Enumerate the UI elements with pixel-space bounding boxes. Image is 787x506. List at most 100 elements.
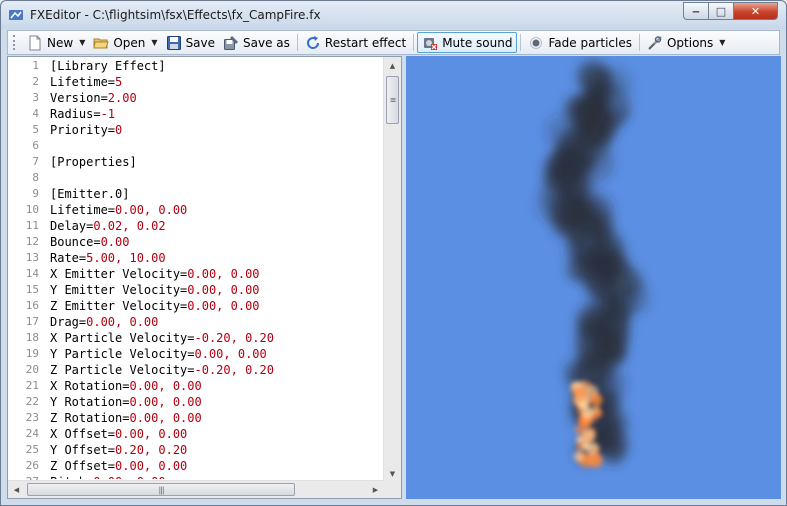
toolbar-grip[interactable]	[13, 35, 18, 50]
new-dropdown-arrow-icon[interactable]: ▼	[79, 38, 85, 47]
code-key: Pitch=	[50, 475, 93, 479]
save-button[interactable]: Save	[162, 32, 219, 53]
code-key: [Library Effect]	[50, 59, 166, 73]
scroll-up-arrow-icon[interactable]: ▲	[384, 57, 401, 74]
horizontal-scroll-thumb[interactable]: |||	[27, 483, 295, 496]
new-button[interactable]: New ▼	[23, 32, 89, 53]
save-as-icon	[223, 35, 239, 51]
code-line: Priority=0	[50, 122, 122, 138]
fade-particles-label: Fade particles	[548, 35, 632, 50]
scroll-right-arrow-icon[interactable]: ▶	[367, 481, 384, 498]
line-number: 7	[32, 155, 39, 168]
app-window: FXEditor - C:\flightsim\fsx\Effects\fx_C…	[0, 0, 787, 506]
minimize-button[interactable]: ‒	[683, 2, 709, 20]
window-title: FXEditor - C:\flightsim\fsx\Effects\fx_C…	[30, 8, 321, 22]
line-number: 18	[25, 331, 39, 344]
line-number: 14	[25, 267, 39, 280]
code-text-area[interactable]: [Library Effect] Lifetime=5 Version=2.00 Ra…	[50, 57, 385, 479]
thumb-grip-icon: ≡	[389, 95, 397, 105]
restart-refresh-icon	[305, 35, 321, 51]
fire-spark	[594, 455, 601, 462]
fire-spark	[582, 406, 594, 419]
line-number: 5	[32, 123, 39, 136]
smoke-puff	[588, 271, 613, 296]
window-controls: ‒ □ ✕	[683, 2, 778, 21]
line-number: 24	[25, 427, 39, 440]
code-value: 0.00, 0.00	[129, 395, 202, 409]
code-line: Lifetime=0.00, 0.00	[50, 202, 187, 218]
code-value: 0.00, 0.00	[194, 347, 267, 361]
code-value: 0.00, 0.00	[115, 459, 188, 473]
options-tools-icon	[647, 35, 663, 51]
open-dropdown-arrow-icon[interactable]: ▼	[151, 38, 157, 47]
scrollbar-corner	[383, 480, 401, 498]
effect-preview-viewport[interactable]	[406, 56, 781, 499]
code-line: Lifetime=5	[50, 74, 122, 90]
code-line: Z Offset=0.00, 0.00	[50, 458, 187, 474]
smoke-puff	[579, 107, 618, 146]
restart-effect-label: Restart effect	[324, 35, 407, 50]
smoke-puff	[574, 359, 592, 377]
line-number: 15	[25, 283, 39, 296]
code-value: 0	[115, 123, 123, 137]
code-line: Y Emitter Velocity=0.00, 0.00	[50, 282, 260, 298]
new-document-icon	[27, 35, 43, 51]
code-key: Version=	[50, 91, 108, 105]
code-line: Y Particle Velocity=0.00, 0.00	[50, 346, 267, 362]
fire-spark	[573, 451, 584, 462]
smoke-puff	[553, 203, 591, 241]
code-editor[interactable]: 1 2 3 4 5 6 7 8 9 10 11 12 13 14 15 16 17 18 19 20 21 22 23 24 2…	[7, 56, 402, 499]
code-value: 0.00, 0.00	[187, 299, 260, 313]
smoke-puff	[603, 296, 632, 325]
line-number: 12	[25, 235, 39, 248]
title-bar[interactable]: FXEditor - C:\flightsim\fsx\Effects\fx_C…	[1, 1, 786, 29]
options-dropdown-arrow-icon[interactable]: ▼	[719, 38, 725, 47]
fire-spark	[589, 393, 603, 407]
save-as-button[interactable]: Save as	[219, 32, 294, 53]
code-key: [Emitter.0]	[50, 187, 130, 201]
open-folder-icon	[93, 35, 110, 51]
close-button[interactable]: ✕	[734, 2, 778, 20]
restart-effect-button[interactable]: Restart effect	[301, 32, 410, 53]
code-value: 0.00, 0.00	[129, 411, 202, 425]
code-value: 0.00, 0.00	[187, 283, 260, 297]
code-line: Pitch=0.00, 0.00	[50, 474, 166, 479]
scroll-left-arrow-icon[interactable]: ◀	[8, 481, 25, 498]
options-menu-button[interactable]: Options ▼	[643, 32, 729, 53]
code-key: X Emitter Velocity=	[50, 267, 188, 281]
code-key: Bounce=	[50, 235, 101, 249]
smoke-puff	[575, 335, 596, 355]
main-toolbar: New ▼ Open ▼ Save Save as Restart effect…	[7, 30, 780, 55]
code-line: [Library Effect]	[50, 58, 166, 74]
code-key: Rate=	[50, 251, 87, 265]
code-key: Lifetime=	[50, 203, 116, 217]
code-value: 0.00, 0.00	[86, 315, 159, 329]
code-key: Y Rotation=	[50, 395, 130, 409]
line-number: 20	[25, 363, 39, 376]
smoke-puff	[580, 63, 609, 92]
horizontal-scrollbar[interactable]: ◀ ||| ▶	[8, 480, 384, 498]
toolbar-separator	[413, 34, 415, 51]
fade-particles-toggle[interactable]: Fade particles	[524, 32, 635, 53]
toolbar-separator	[638, 34, 640, 51]
line-number: 4	[32, 107, 39, 120]
fire-spark	[580, 418, 591, 428]
vertical-scroll-thumb[interactable]: ≡	[386, 76, 399, 124]
code-value: 5.00, 10.00	[86, 251, 166, 265]
maximize-button[interactable]: □	[709, 2, 734, 20]
line-number: 9	[32, 187, 39, 200]
code-key: Z Rotation=	[50, 411, 130, 425]
mute-sound-toggle[interactable]: Mute sound	[417, 32, 518, 53]
line-number: 8	[32, 171, 39, 184]
code-key: Z Offset=	[50, 459, 116, 473]
line-number: 3	[32, 91, 39, 104]
code-key: Lifetime=	[50, 75, 116, 89]
code-line: X Particle Velocity=-0.20, 0.20	[50, 330, 274, 346]
code-line: Z Rotation=0.00, 0.00	[50, 410, 202, 426]
code-line: X Emitter Velocity=0.00, 0.00	[50, 266, 260, 282]
vertical-scrollbar[interactable]: ▲ ≡ ▼	[383, 57, 401, 482]
open-button[interactable]: Open ▼	[89, 32, 161, 53]
smoke-puff	[562, 140, 578, 156]
new-label: New	[47, 35, 74, 50]
line-number: 26	[25, 459, 39, 472]
